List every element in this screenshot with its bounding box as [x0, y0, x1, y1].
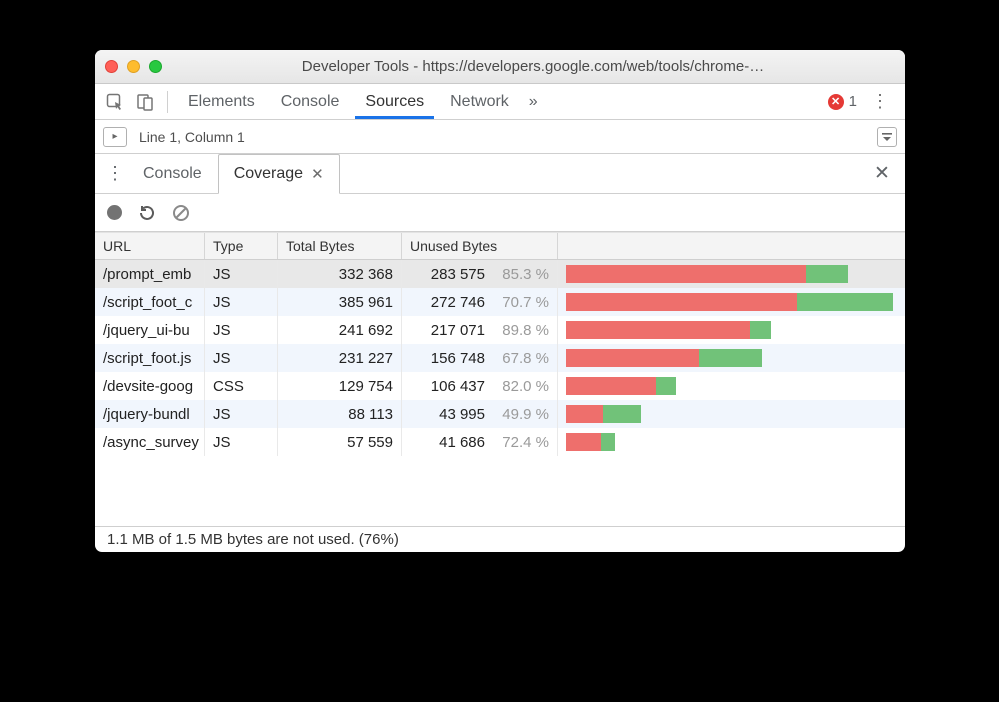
cell-usage-bar	[558, 260, 905, 288]
cell-total-bytes: 332 368	[278, 260, 402, 288]
more-tabs-button[interactable]: »	[525, 84, 542, 119]
col-type[interactable]: Type	[205, 233, 278, 259]
error-count: 1	[849, 93, 857, 110]
cell-unused-bytes: 283 57585.3 %	[402, 260, 558, 288]
cell-url: /jquery_ui-bu	[95, 316, 205, 344]
cell-total-bytes: 57 559	[278, 428, 402, 456]
cell-usage-bar	[558, 288, 905, 316]
window-title: Developer Tools - https://developers.goo…	[171, 58, 895, 75]
drawer-tabstrip: ⋮ Console Coverage ✕ ✕	[95, 154, 905, 194]
table-body: /prompt_embJS332 368283 57585.3 %/script…	[95, 260, 905, 526]
cell-unused-bytes: 156 74867.8 %	[402, 344, 558, 372]
col-unused[interactable]: Unused Bytes	[402, 233, 558, 259]
close-drawer-button[interactable]: ✕	[867, 154, 897, 193]
cell-url: /script_foot_c	[95, 288, 205, 316]
cell-usage-bar	[558, 316, 905, 344]
titlebar: Developer Tools - https://developers.goo…	[95, 50, 905, 84]
cell-total-bytes: 88 113	[278, 400, 402, 428]
table-row[interactable]: /jquery-bundlJS88 11343 99549.9 %	[95, 400, 905, 428]
minimize-window-button[interactable]	[127, 60, 140, 73]
table-row[interactable]: /script_foot_cJS385 961272 74670.7 %	[95, 288, 905, 316]
error-icon: ✕	[828, 94, 844, 110]
cell-usage-bar	[558, 400, 905, 428]
table-row[interactable]: /jquery_ui-buJS241 692217 07189.8 %	[95, 316, 905, 344]
drawer-tab-coverage[interactable]: Coverage ✕	[218, 154, 340, 194]
cell-unused-bytes: 106 43782.0 %	[402, 372, 558, 400]
tab-console[interactable]: Console	[271, 84, 350, 119]
col-total[interactable]: Total Bytes	[278, 233, 402, 259]
table-row[interactable]: /devsite-googCSS129 754106 43782.0 %	[95, 372, 905, 400]
drawer-tab-label: Console	[143, 165, 202, 183]
table-header: URL Type Total Bytes Unused Bytes	[95, 232, 905, 260]
settings-menu-button[interactable]: ⋮	[863, 91, 897, 112]
cell-total-bytes: 129 754	[278, 372, 402, 400]
navigator-toggle-icon[interactable]: ▸	[103, 127, 127, 147]
tab-sources[interactable]: Sources	[355, 84, 434, 119]
drawer-menu-button[interactable]: ⋮	[103, 154, 127, 193]
col-url[interactable]: URL	[95, 233, 205, 259]
cell-total-bytes: 231 227	[278, 344, 402, 372]
cell-type: JS	[205, 260, 278, 288]
cell-unused-bytes: 43 99549.9 %	[402, 400, 558, 428]
clear-button[interactable]	[172, 204, 190, 222]
cell-type: JS	[205, 400, 278, 428]
scroll-to-top-icon[interactable]	[877, 127, 897, 147]
tab-network[interactable]: Network	[440, 84, 519, 119]
cell-url: /prompt_emb	[95, 260, 205, 288]
cell-usage-bar	[558, 428, 905, 456]
cell-usage-bar	[558, 344, 905, 372]
tab-elements[interactable]: Elements	[178, 84, 265, 119]
coverage-toolbar	[95, 194, 905, 232]
drawer-tab-label: Coverage	[234, 165, 303, 183]
close-window-button[interactable]	[105, 60, 118, 73]
cursor-position: Line 1, Column 1	[139, 129, 245, 145]
devtools-window: Developer Tools - https://developers.goo…	[95, 50, 905, 552]
divider	[167, 91, 168, 113]
cell-unused-bytes: 272 74670.7 %	[402, 288, 558, 316]
cell-total-bytes: 385 961	[278, 288, 402, 316]
coverage-table: URL Type Total Bytes Unused Bytes /promp…	[95, 232, 905, 526]
cell-type: CSS	[205, 372, 278, 400]
table-row[interactable]: /script_foot.jsJS231 227156 74867.8 %	[95, 344, 905, 372]
sources-statusbar: ▸ Line 1, Column 1	[95, 120, 905, 154]
coverage-summary: 1.1 MB of 1.5 MB bytes are not used. (76…	[95, 526, 905, 552]
cell-unused-bytes: 217 07189.8 %	[402, 316, 558, 344]
reload-button[interactable]	[138, 204, 156, 222]
cell-type: JS	[205, 344, 278, 372]
close-tab-icon[interactable]: ✕	[311, 165, 324, 183]
cell-type: JS	[205, 288, 278, 316]
main-tabstrip: Elements Console Sources Network » ✕ 1 ⋮	[95, 84, 905, 120]
record-button[interactable]	[107, 205, 122, 220]
cell-url: /async_survey	[95, 428, 205, 456]
table-row[interactable]: /async_surveyJS57 55941 68672.4 %	[95, 428, 905, 456]
cell-total-bytes: 241 692	[278, 316, 402, 344]
window-controls	[105, 60, 162, 73]
table-row[interactable]: /prompt_embJS332 368283 57585.3 %	[95, 260, 905, 288]
error-indicator[interactable]: ✕ 1	[828, 93, 857, 110]
cell-url: /jquery-bundl	[95, 400, 205, 428]
cell-url: /script_foot.js	[95, 344, 205, 372]
cell-type: JS	[205, 428, 278, 456]
device-toggle-icon[interactable]	[133, 90, 157, 114]
inspect-icon[interactable]	[103, 90, 127, 114]
col-usage-bar[interactable]	[558, 233, 905, 259]
cell-usage-bar	[558, 372, 905, 400]
cell-url: /devsite-goog	[95, 372, 205, 400]
cell-type: JS	[205, 316, 278, 344]
drawer-tab-console[interactable]: Console	[127, 154, 218, 193]
zoom-window-button[interactable]	[149, 60, 162, 73]
cell-unused-bytes: 41 68672.4 %	[402, 428, 558, 456]
